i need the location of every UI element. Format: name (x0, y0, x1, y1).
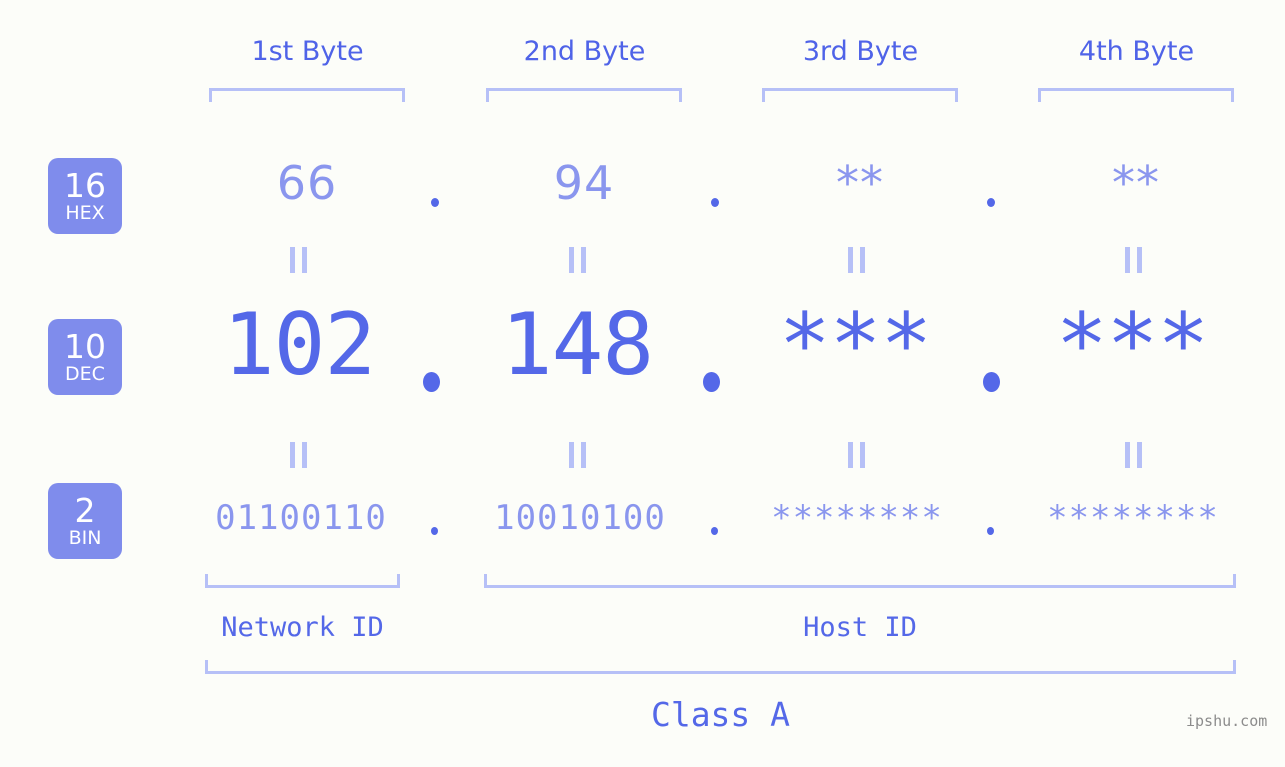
hex-byte-value-2: 94 (553, 156, 615, 210)
radix-badge-dec-number: 10 (64, 326, 106, 366)
hex-separator-dot-1 (431, 198, 439, 207)
dec-byte-value-3: *** (778, 295, 932, 395)
radix-badge-hex: 16 HEX (48, 158, 122, 234)
bin-byte-value-4: ******** (1047, 498, 1219, 538)
radix-badge-hex-name: HEX (65, 201, 105, 224)
network-id-bracket (205, 574, 400, 588)
equality-mark-dec-bin-4 (1125, 442, 1142, 468)
radix-badge-bin-number: 2 (74, 490, 96, 530)
equality-mark-hex-dec-4 (1125, 247, 1142, 273)
dec-byte-value-4: *** (1055, 295, 1209, 395)
dec-separator-dot-3 (983, 372, 1000, 392)
dec-byte-value-2: 148 (500, 295, 654, 395)
radix-badge-dec: 10 DEC (48, 319, 122, 395)
equality-mark-dec-bin-3 (848, 442, 865, 468)
bin-separator-dot-1 (431, 527, 438, 535)
hex-separator-dot-2 (711, 198, 719, 207)
dec-separator-dot-1 (423, 372, 440, 392)
equality-mark-dec-bin-1 (290, 442, 307, 468)
host-id-label: Host ID (803, 612, 917, 643)
radix-badge-bin-name: BIN (68, 526, 102, 549)
network-id-label: Network ID (221, 612, 384, 643)
equality-mark-hex-dec-2 (569, 247, 586, 273)
byte-bracket-top-2 (486, 88, 682, 102)
equality-mark-dec-bin-2 (569, 442, 586, 468)
class-bracket (205, 660, 1236, 674)
radix-badge-hex-number: 16 (64, 165, 106, 205)
byte-header-label-1: 1st Byte (251, 36, 364, 67)
equality-mark-hex-dec-3 (848, 247, 865, 273)
ip-breakdown-diagram: 1st Byte 2nd Byte 3rd Byte 4th Byte 16 H… (0, 0, 1285, 767)
radix-badge-bin: 2 BIN (48, 483, 122, 559)
hex-separator-dot-3 (987, 198, 995, 207)
byte-header-label-4: 4th Byte (1078, 36, 1195, 67)
hex-byte-value-3: ** (836, 156, 884, 210)
class-label: Class A (650, 695, 791, 734)
radix-badge-dec-name: DEC (65, 362, 105, 385)
byte-bracket-top-4 (1038, 88, 1234, 102)
hex-byte-value-4: ** (1112, 156, 1160, 210)
bin-separator-dot-3 (987, 527, 994, 535)
hex-byte-value-1: 66 (276, 156, 338, 210)
dec-byte-value-1: 102 (222, 295, 376, 395)
byte-bracket-top-3 (762, 88, 958, 102)
bin-byte-value-2: 10010100 (494, 498, 666, 538)
bin-byte-value-1: 01100110 (215, 498, 387, 538)
equality-mark-hex-dec-1 (290, 247, 307, 273)
host-id-bracket (484, 574, 1236, 588)
byte-header-label-3: 3rd Byte (802, 36, 919, 67)
watermark: ipshu.com (1186, 712, 1268, 730)
byte-bracket-top-1 (209, 88, 405, 102)
bin-byte-value-3: ******** (771, 498, 943, 538)
dec-separator-dot-2 (703, 372, 720, 392)
byte-header-label-2: 2nd Byte (523, 36, 646, 67)
bin-separator-dot-2 (711, 527, 718, 535)
